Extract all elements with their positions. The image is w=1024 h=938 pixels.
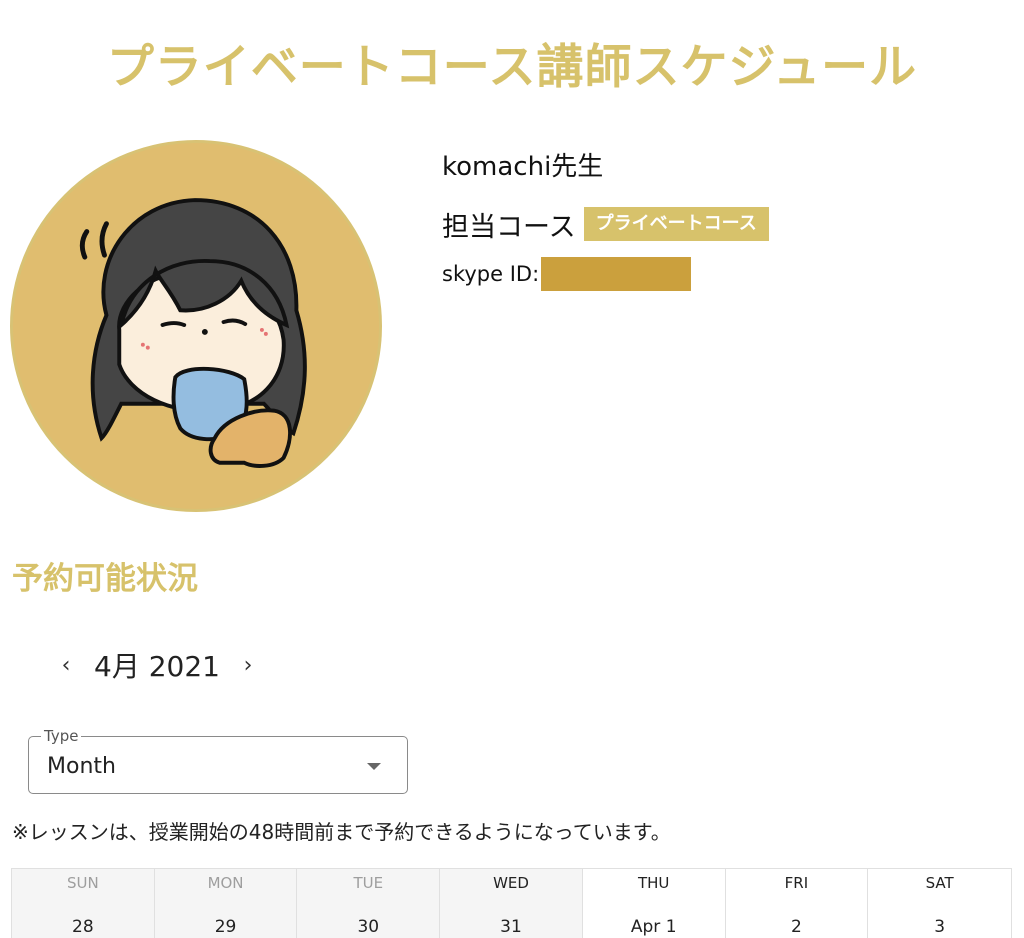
calendar-day[interactable]: SAT 3 bbox=[868, 869, 1011, 938]
calendar-day[interactable]: THU Apr 1 bbox=[583, 869, 726, 938]
skype-id-redacted bbox=[541, 257, 692, 291]
teacher-avatar bbox=[10, 140, 382, 512]
type-select[interactable]: Type Month bbox=[28, 727, 408, 794]
teacher-illustration bbox=[79, 198, 307, 468]
weekday-label: WED bbox=[493, 874, 529, 892]
calendar-grid: SUN 28 MON 29 TUE 30 WED 31 THU Apr 1 FR… bbox=[11, 868, 1012, 938]
chevron-left-icon[interactable]: ‹ bbox=[56, 645, 76, 685]
booking-notice: ※レッスンは、授業開始の48時間前まで予約できるようになっています。 bbox=[12, 820, 671, 844]
day-number[interactable]: Apr 1 bbox=[583, 917, 725, 937]
skype-row: skype ID: bbox=[442, 257, 692, 291]
calendar-day[interactable]: MON 29 bbox=[154, 869, 298, 938]
dropdown-arrow-icon bbox=[367, 763, 381, 770]
course-label: 担当コース bbox=[442, 211, 576, 243]
availability-title: 予約可能状況 bbox=[12, 561, 198, 597]
course-row: 担当コース プライベートコース bbox=[442, 206, 769, 243]
weekday-label: MON bbox=[207, 874, 244, 892]
month-navigation: ‹ 4月 2021 › bbox=[56, 645, 258, 685]
weekday-label: SAT bbox=[925, 874, 954, 892]
skype-label: skype ID: bbox=[442, 262, 540, 286]
weekday-label: FRI bbox=[784, 874, 809, 892]
day-number[interactable]: 28 bbox=[12, 917, 154, 937]
day-number[interactable]: 3 bbox=[868, 917, 1011, 937]
type-select-legend: Type bbox=[41, 727, 82, 745]
calendar-day[interactable]: TUE 30 bbox=[297, 869, 441, 938]
weekday-label: TUE bbox=[353, 874, 384, 892]
day-number[interactable]: 29 bbox=[155, 917, 297, 937]
page-title: プライベートコース講師スケジュール bbox=[106, 40, 918, 95]
course-badge: プライベートコース bbox=[583, 207, 769, 241]
weekday-label: SUN bbox=[66, 874, 99, 892]
type-select-value: Month bbox=[47, 754, 116, 779]
calendar-day[interactable]: FRI 2 bbox=[726, 869, 869, 938]
calendar-day[interactable]: SUN 28 bbox=[12, 869, 155, 938]
day-number[interactable]: 30 bbox=[297, 917, 439, 937]
teacher-name: komachi先生 bbox=[442, 152, 604, 182]
day-number[interactable]: 31 bbox=[440, 917, 582, 937]
calendar-day[interactable]: WED 31 bbox=[440, 869, 583, 938]
chevron-right-icon[interactable]: › bbox=[238, 645, 258, 685]
month-label: 4月 2021 bbox=[94, 650, 220, 683]
weekday-label: THU bbox=[637, 874, 670, 892]
day-number[interactable]: 2 bbox=[726, 917, 868, 937]
